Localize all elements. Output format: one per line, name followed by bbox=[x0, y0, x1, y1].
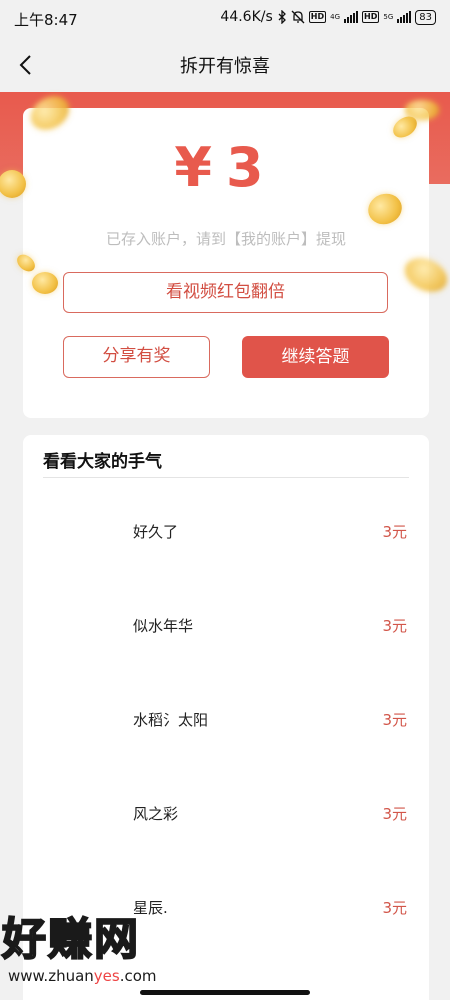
continue-quiz-button[interactable]: 继续答题 bbox=[242, 336, 389, 378]
reward-value: 3元 bbox=[382, 899, 407, 917]
watch-video-double-button[interactable]: 看视频红包翻倍 bbox=[63, 272, 388, 313]
bluetooth-icon bbox=[278, 10, 286, 24]
nav-bar: 拆开有惊喜 bbox=[0, 38, 450, 92]
list-item: 星辰. 3元 bbox=[23, 896, 429, 990]
coin-icon bbox=[405, 100, 439, 120]
list-header: 看看大家的手气 bbox=[43, 452, 162, 472]
reward-note: 已存入账户，请到【我的账户】提现 bbox=[105, 230, 346, 248]
reward-value: 3元 bbox=[382, 617, 407, 635]
list-item: 风之彩 3元 bbox=[23, 802, 429, 896]
user-name: 风之彩 bbox=[133, 805, 179, 823]
battery-icon: 83 bbox=[415, 9, 436, 25]
signal-icon bbox=[397, 11, 412, 23]
reward-amount: ¥3 bbox=[174, 136, 278, 199]
coin-icon bbox=[32, 272, 58, 294]
reward-value: 3元 bbox=[382, 805, 407, 823]
hd-icon: HD bbox=[308, 11, 327, 23]
page-title: 拆开有惊喜 bbox=[180, 56, 270, 77]
status-time: 上午8:47 bbox=[14, 11, 78, 29]
list-divider bbox=[43, 477, 409, 478]
list-item: 似水年华 3元 bbox=[23, 614, 429, 708]
user-name: 星辰. bbox=[133, 899, 168, 917]
network-4g-label: 4G bbox=[330, 12, 341, 21]
reward-value: 3元 bbox=[382, 523, 407, 541]
user-name: 水稻氵太阳 bbox=[133, 711, 209, 729]
network-speed: 44.6K/s bbox=[220, 9, 273, 25]
hd-icon: HD bbox=[362, 11, 380, 23]
reward-value: 3元 bbox=[382, 711, 407, 729]
mute-bell-icon bbox=[291, 10, 305, 24]
home-indicator[interactable] bbox=[140, 990, 310, 995]
user-name: 好久了 bbox=[133, 523, 179, 541]
status-icons: 44.6K/s HD 4G HD 5G 83 bbox=[220, 9, 436, 25]
share-reward-button[interactable]: 分享有奖 bbox=[63, 336, 210, 378]
network-5g-label: 5G bbox=[383, 12, 394, 21]
user-name: 似水年华 bbox=[133, 617, 194, 635]
signal-icon bbox=[344, 11, 359, 23]
list-item: 水稻氵太阳 3元 bbox=[23, 708, 429, 802]
others-luck-list: 看看大家的手气 好久了 3元 似水年华 3元 水稻氵太阳 3元 风之彩 3元 星… bbox=[23, 435, 429, 1000]
reward-card: ¥3 已存入账户，请到【我的账户】提现 看视频红包翻倍 分享有奖 继续答题 bbox=[23, 108, 429, 418]
list-item: 好久了 3元 bbox=[23, 520, 429, 614]
status-bar: 上午8:47 44.6K/s HD 4G HD 5G 83 bbox=[0, 0, 450, 38]
